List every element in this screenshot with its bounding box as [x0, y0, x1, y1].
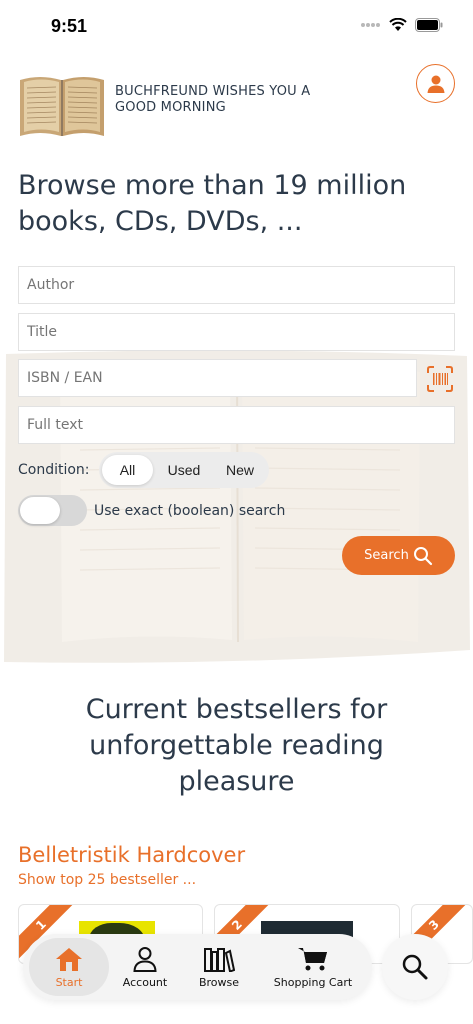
barcode-scan-button[interactable]	[427, 366, 453, 392]
tab-account-label: Account	[122, 975, 168, 989]
greeting-text: BUCHFREUND WISHES YOU A GOOD MORNING	[115, 84, 311, 115]
author-input[interactable]	[18, 266, 455, 304]
tab-shopping-cart-label: Shopping Cart	[273, 975, 353, 989]
search-icon	[402, 954, 428, 980]
title-input[interactable]	[18, 313, 455, 351]
condition-option-used[interactable]: Used	[159, 455, 209, 485]
status-icons	[361, 18, 443, 32]
search-tab-button[interactable]	[382, 934, 448, 1000]
fulltext-input[interactable]	[18, 406, 455, 444]
cellular-signal-icon	[361, 23, 380, 27]
condition-label: Condition:	[18, 462, 90, 478]
tab-bar: Start Account Browse Shopping Cart	[23, 934, 372, 1000]
condition-option-new[interactable]: New	[215, 455, 265, 485]
search-button[interactable]: Search	[342, 536, 455, 575]
tab-browse[interactable]: Browse	[189, 934, 249, 1000]
show-top-bestsellers-link[interactable]: Show top 25 bestseller ...	[18, 872, 196, 888]
header: BUCHFREUND WISHES YOU A GOOD MORNING	[18, 64, 455, 144]
status-time: 9:51	[51, 16, 88, 36]
cart-icon	[298, 947, 327, 970]
condition-segmented-control: All Used New	[99, 452, 269, 488]
bestsellers-heading: Current bestsellers for unforgettable re…	[85, 694, 388, 797]
tab-start[interactable]: Start	[29, 938, 109, 996]
home-icon	[56, 947, 82, 971]
toggle-knob	[20, 497, 60, 524]
page-headline: Browse more than 19 million books, CDs, …	[18, 170, 407, 237]
books-icon	[204, 947, 235, 972]
barcode-scan-icon	[427, 366, 453, 392]
search-icon	[413, 546, 432, 565]
condition-option-all[interactable]: All	[102, 455, 153, 485]
wifi-icon	[389, 18, 407, 31]
exact-search-toggle[interactable]	[18, 495, 87, 526]
isbn-input[interactable]	[18, 359, 417, 397]
tab-browse-label: Browse	[198, 975, 240, 989]
status-bar: 9:51	[0, 0, 473, 54]
exact-search-label: Use exact (boolean) search	[94, 503, 286, 519]
person-icon	[133, 946, 157, 972]
category-title[interactable]: Belletristik Hardcover	[18, 843, 245, 867]
tab-account[interactable]: Account	[115, 934, 175, 1000]
account-button[interactable]	[416, 64, 455, 103]
person-icon	[427, 75, 444, 93]
open-book-image	[20, 77, 104, 136]
battery-icon	[415, 18, 443, 32]
tab-shopping-cart[interactable]: Shopping Cart	[263, 934, 363, 1000]
tab-start-label: Start	[55, 975, 83, 989]
search-button-label: Search	[364, 548, 409, 563]
